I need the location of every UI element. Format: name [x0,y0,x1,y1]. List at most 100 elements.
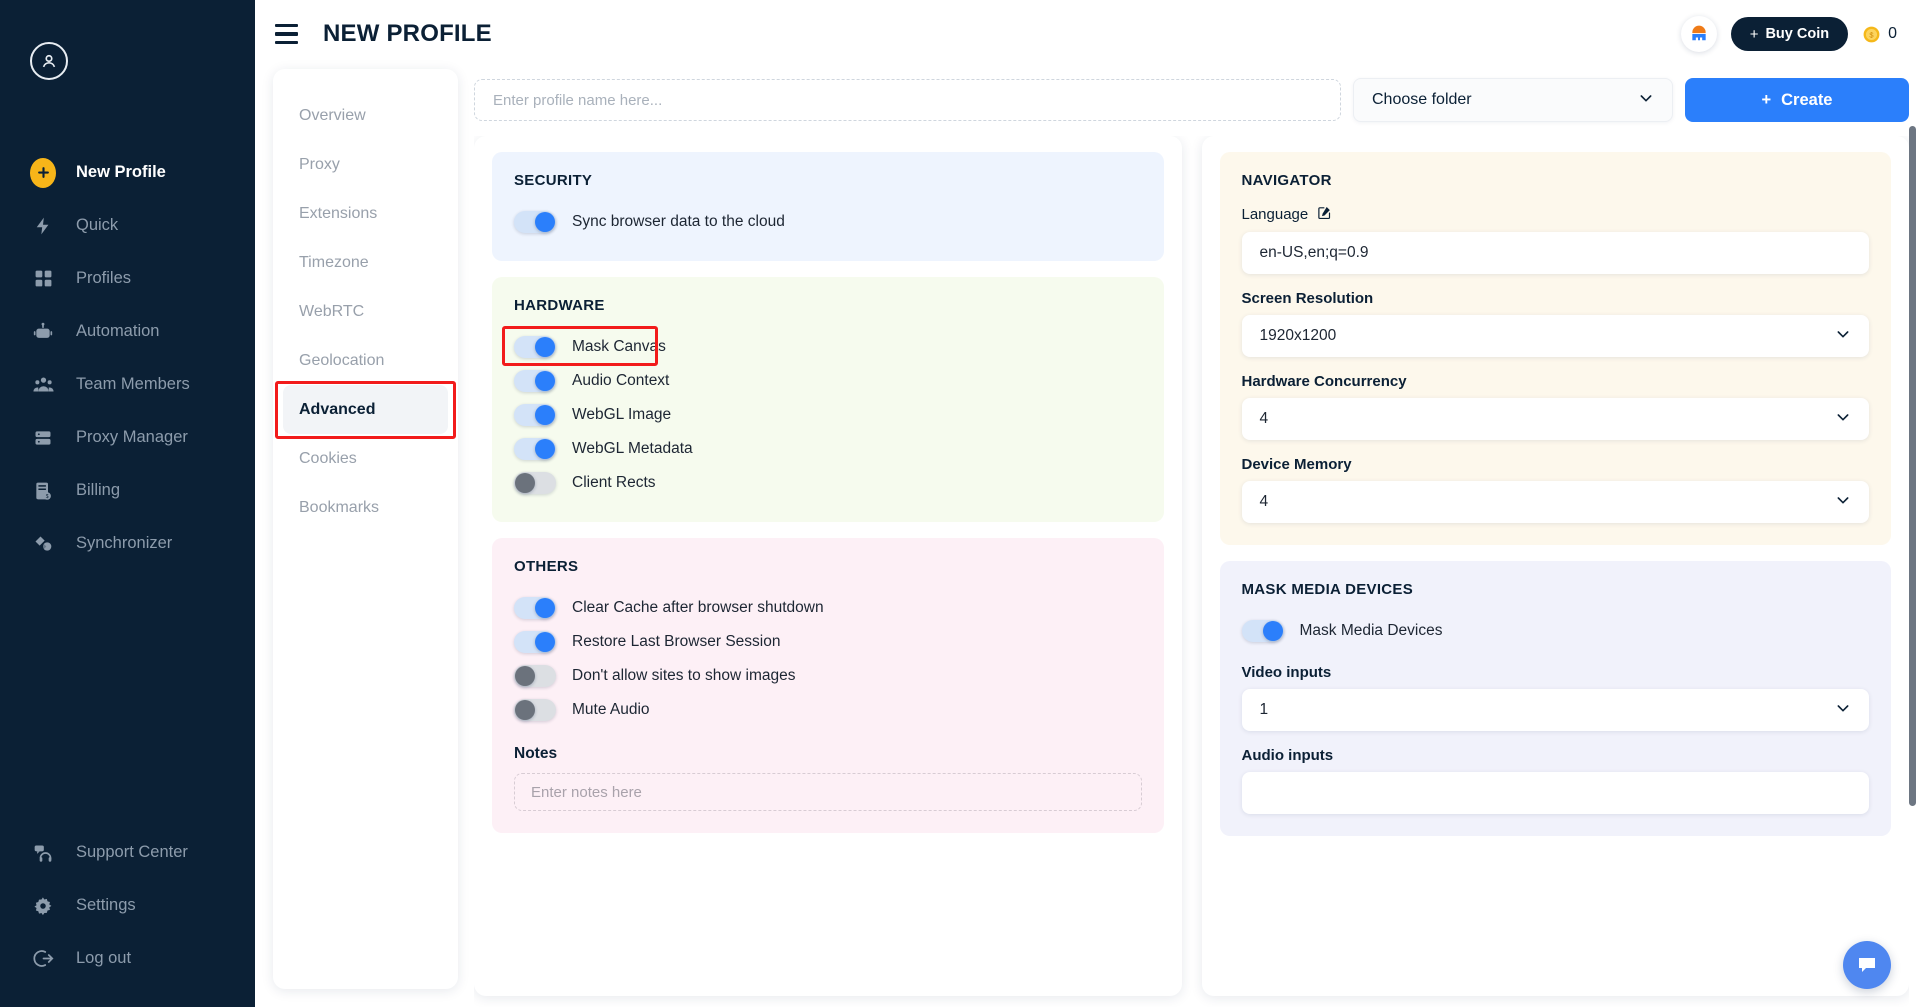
sidebar-item-automation[interactable]: Automation [0,305,255,358]
tab-overview[interactable]: Overview [273,91,458,140]
sidebar-item-settings[interactable]: Settings [0,879,255,932]
toggle-webgl-image[interactable]: WebGL Image [514,398,1142,432]
main-sidebar: New Profile Quick Profiles Automation Te… [0,0,255,1007]
tab-bookmarks[interactable]: Bookmarks [273,483,458,532]
hamburger-icon[interactable] [275,17,309,51]
plus-circle-icon [30,157,56,188]
toggle-switch[interactable] [514,472,556,494]
tab-timezone[interactable]: Timezone [273,238,458,287]
sidebar-item-log-out[interactable]: Log out [0,932,255,985]
toggle-switch[interactable] [514,404,556,426]
buy-coin-label: Buy Coin [1765,26,1830,42]
app-logo-icon[interactable] [1680,16,1717,52]
hardware-title: HARDWARE [514,297,605,314]
device-memory-value: 4 [1259,493,1269,510]
chevron-down-icon [1835,409,1851,430]
toggle-mask-canvas[interactable]: Mask Canvas [502,326,1142,366]
tab-cookies[interactable]: Cookies [273,434,458,483]
language-value-field[interactable]: en-US,en;q=0.9 [1241,232,1869,274]
edit-pencil-icon[interactable] [1317,205,1332,224]
vertical-scrollbar[interactable] [1909,126,1917,1007]
video-inputs-label: Video inputs [1241,664,1332,681]
sidebar-item-label: New Profile [76,163,166,181]
toggle-switch[interactable] [514,336,556,358]
folder-select[interactable]: Choose folder [1353,78,1673,122]
toggle-audio-context[interactable]: Audio Context [514,364,1142,398]
grid-icon [30,266,56,292]
video-inputs-select[interactable]: 1 [1241,689,1869,731]
sidebar-item-billing[interactable]: $ Billing [0,464,255,517]
navigator-title: NAVIGATOR [1241,172,1332,189]
toggle-client-rects[interactable]: Client Rects [514,466,1142,500]
mask-media-devices-card: MASK MEDIA DEVICES Mask Media Devices Vi… [1219,561,1891,836]
toggle-label: Don't allow sites to show images [572,667,796,684]
plus-icon: + [1749,25,1759,43]
sidebar-item-support-center[interactable]: Support Center [0,826,255,879]
audio-inputs-select[interactable] [1241,772,1869,814]
toggle-switch[interactable] [514,665,556,687]
logout-icon [30,946,56,972]
chevron-down-icon [1835,326,1851,347]
toggle-switch[interactable] [1241,620,1284,642]
toggle-label: Restore Last Browser Session [572,633,781,650]
toggle-label: Audio Context [572,372,670,389]
tab-advanced[interactable]: Advanced [283,385,448,434]
gear-icon [30,893,56,919]
device-memory-select[interactable]: 4 [1241,481,1869,523]
hardware-card: HARDWARE Mask Canvas Audio Context WebGL… [492,277,1164,522]
toggle-switch[interactable] [514,370,556,392]
toggle-webgl-metadata[interactable]: WebGL Metadata [514,432,1142,466]
notes-input[interactable] [514,773,1142,811]
toggle-label: Client Rects [572,474,656,491]
create-button[interactable]: + Create [1685,78,1909,122]
avatar[interactable] [0,42,255,80]
main-area: NEW PROFILE + Buy Coin $ 0 Overview Prox… [255,0,1919,1007]
toggle-block-images[interactable]: Don't allow sites to show images [514,659,1142,693]
toggle-mask-media-devices[interactable]: Mask Media Devices [1241,614,1870,648]
chat-bubble-icon[interactable] [1843,941,1891,989]
toggle-mute-audio[interactable]: Mute Audio [514,693,1142,727]
headset-icon [30,840,56,866]
sync-icon [30,531,56,557]
profile-settings-tabs: Overview Proxy Extensions Timezone WebRT… [273,69,458,989]
settings-panes: SECURITY Sync browser data to the cloud … [474,136,1909,1007]
toggle-label: Mask Canvas [572,338,666,355]
coin-icon: $ [1863,26,1880,42]
sidebar-item-synchronizer[interactable]: Synchronizer [0,517,255,570]
user-circle-icon [30,42,68,80]
toggle-switch[interactable] [514,211,556,233]
toggle-switch[interactable] [514,631,556,653]
toggle-switch[interactable] [514,597,556,619]
toggle-label: Sync browser data to the cloud [572,213,785,230]
sidebar-item-proxy-manager[interactable]: Proxy Manager [0,411,255,464]
others-card: OTHERS Clear Cache after browser shutdow… [492,538,1164,833]
toggle-switch[interactable] [514,438,556,460]
tab-webrtc[interactable]: WebRTC [273,287,458,336]
sidebar-item-new-profile[interactable]: New Profile [0,146,255,199]
buy-coin-button[interactable]: + Buy Coin [1730,17,1849,51]
tab-proxy[interactable]: Proxy [273,140,458,189]
toggle-sync-browser-data[interactable]: Sync browser data to the cloud [514,205,1142,239]
coin-balance[interactable]: $ 0 [1862,25,1897,44]
toggle-label: Mask Media Devices [1299,622,1443,639]
tab-geolocation[interactable]: Geolocation [273,336,458,385]
sidebar-item-quick[interactable]: Quick [0,199,255,252]
top-bar: NEW PROFILE + Buy Coin $ 0 [255,0,1919,68]
tab-extensions[interactable]: Extensions [273,189,458,238]
sidebar-item-label: Team Members [76,375,190,393]
toggle-restore-session[interactable]: Restore Last Browser Session [514,625,1142,659]
profile-name-input[interactable] [474,79,1341,121]
profile-create-row: Choose folder + Create [474,68,1909,136]
hardware-concurrency-select[interactable]: 4 [1241,398,1869,440]
sidebar-item-team-members[interactable]: Team Members [0,358,255,411]
device-memory-label: Device Memory [1241,456,1352,473]
language-value: en-US,en;q=0.9 [1259,244,1369,261]
navigator-card: NAVIGATOR Language en-US,en;q=0.9 Screen… [1219,152,1891,545]
mask-media-devices-title: MASK MEDIA DEVICES [1241,581,1414,598]
toggle-clear-cache[interactable]: Clear Cache after browser shutdown [514,591,1142,625]
scrollbar-thumb[interactable] [1909,126,1916,806]
sidebar-item-label: Automation [76,322,160,340]
screen-resolution-select[interactable]: 1920x1200 [1241,315,1869,357]
toggle-switch[interactable] [514,699,556,721]
sidebar-item-profiles[interactable]: Profiles [0,252,255,305]
